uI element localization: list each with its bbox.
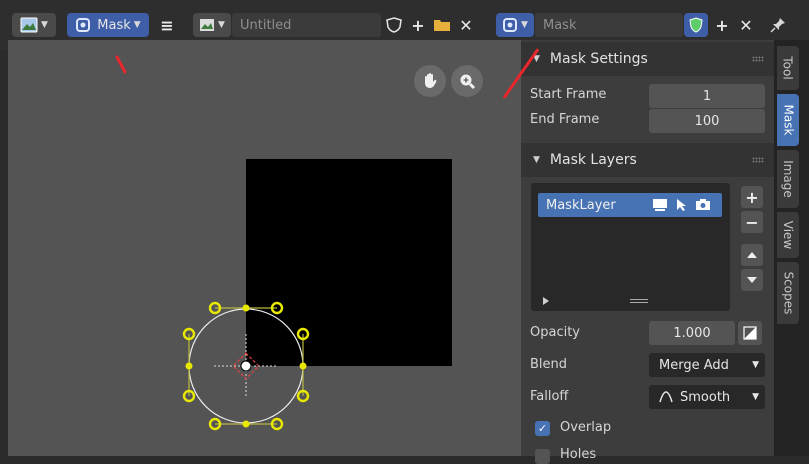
holes-checkbox[interactable]	[535, 449, 550, 464]
image-browse-icon	[200, 19, 215, 31]
new-image-plus-icon[interactable]: +	[408, 14, 428, 36]
tab-mask-label: Mask	[781, 104, 796, 136]
camera-icon[interactable]	[695, 198, 711, 212]
image-name-field[interactable]: Untitled	[232, 13, 381, 37]
falloff-value: Smooth	[680, 389, 731, 405]
mask-fake-user-button[interactable]	[684, 13, 708, 37]
mode-label: Mask	[97, 17, 131, 33]
mask-layers-header[interactable]: ▼ Mask Layers	[521, 143, 774, 177]
pivot-point	[240, 360, 252, 372]
start-frame-label: Start Frame	[530, 87, 607, 102]
opacity-field[interactable]: 1.000	[649, 321, 735, 345]
chevron-down-icon: ▼	[218, 20, 225, 30]
end-frame-field[interactable]: 100	[649, 109, 765, 133]
mask-mode-icon	[76, 18, 91, 32]
start-frame-field[interactable]: 1	[649, 84, 765, 108]
tab-mask[interactable]: Mask	[777, 94, 799, 146]
fake-user-shield-icon[interactable]	[384, 14, 404, 36]
pin-icon[interactable]	[768, 14, 788, 36]
chevron-down-icon: ▼	[752, 392, 759, 402]
image-editor-icon	[20, 17, 38, 33]
tab-image[interactable]: Image	[777, 150, 799, 208]
list-expand-icon[interactable]	[541, 296, 551, 306]
new-mask-plus-icon[interactable]: +	[712, 14, 732, 36]
overlap-label: Overlap	[560, 420, 612, 435]
falloff-dropdown[interactable]: Smooth ▼	[649, 385, 765, 409]
chevron-down-icon	[747, 277, 757, 283]
layer-name: MaskLayer	[546, 197, 616, 213]
end-frame-label: End Frame	[530, 112, 600, 127]
tab-tool-label: Tool	[781, 56, 795, 80]
mask-settings-header[interactable]: ▼ Mask Settings	[521, 42, 774, 76]
chevron-down-icon: ▼	[521, 20, 528, 30]
mode-dropdown[interactable]: Mask ▼	[67, 13, 149, 37]
smooth-curve-icon	[659, 391, 673, 403]
open-folder-icon[interactable]	[432, 14, 452, 36]
invert-toggle-button[interactable]	[738, 321, 762, 345]
mask-name-field[interactable]: Mask	[535, 13, 683, 37]
add-layer-button[interactable]: +	[741, 186, 763, 208]
panel-grip-icon[interactable]	[752, 56, 764, 62]
sidebar-tabs: Tool Mask Image View Scopes	[774, 40, 809, 456]
start-frame-value: 1	[702, 88, 712, 104]
chevron-down-icon: ▼	[752, 360, 759, 370]
holes-label: Holes	[560, 447, 597, 462]
browse-image-button[interactable]: ▼	[193, 13, 231, 37]
mask-spline[interactable]	[8, 40, 521, 456]
mask-datablock-icon	[503, 18, 518, 32]
editor-type-button[interactable]: ▼	[12, 13, 56, 37]
unlink-image-x-icon[interactable]: ✕	[456, 14, 476, 36]
image-viewport[interactable]	[8, 40, 521, 456]
select-cursor-icon[interactable]	[675, 198, 687, 212]
mask-layers-title: Mask Layers	[549, 152, 637, 168]
chevron-down-icon: ▼	[41, 20, 48, 30]
tab-tool[interactable]: Tool	[777, 46, 799, 90]
blend-value: Merge Add	[659, 357, 729, 373]
tab-scopes-label: Scopes	[781, 271, 795, 315]
monitor-icon[interactable]	[652, 198, 668, 213]
chevron-up-icon	[747, 252, 757, 258]
blend-label: Blend	[530, 357, 568, 372]
mask-browse-button[interactable]: ▼	[496, 13, 534, 37]
opacity-value: 1.000	[673, 325, 711, 341]
image-name-text: Untitled	[240, 17, 292, 33]
tab-view[interactable]: View	[777, 212, 799, 258]
tab-image-label: Image	[781, 160, 795, 198]
mask-settings-title: Mask Settings	[549, 51, 648, 67]
move-layer-up-button[interactable]	[741, 244, 763, 266]
tab-scopes[interactable]: Scopes	[777, 262, 799, 324]
remove-layer-button[interactable]: −	[741, 211, 763, 233]
mask-layer-list[interactable]: MaskLayer	[531, 183, 730, 311]
blend-dropdown[interactable]: Merge Add ▼	[649, 353, 765, 377]
move-layer-down-button[interactable]	[741, 269, 763, 291]
opacity-label: Opacity	[530, 325, 581, 340]
tab-view-label: View	[781, 220, 796, 250]
sidebar-panel: ▼ Mask Settings Start Frame 1 End Frame …	[521, 40, 774, 464]
list-item[interactable]: MaskLayer	[538, 193, 722, 217]
mask-name-text: Mask	[543, 17, 577, 33]
panel-grip-icon[interactable]	[752, 157, 764, 163]
invert-icon	[743, 326, 757, 340]
chevron-down-icon: ▼	[133, 20, 141, 30]
falloff-label: Falloff	[530, 389, 569, 404]
expand-triangle-icon: ▼	[533, 155, 540, 165]
list-resize-grip[interactable]	[630, 299, 648, 303]
end-frame-value: 100	[694, 113, 720, 129]
shield-check-icon	[689, 17, 703, 33]
overlap-checkbox[interactable]: ✓	[535, 421, 550, 436]
unlink-mask-x-icon[interactable]: ✕	[736, 14, 756, 36]
menu-hamburger-icon[interactable]: ≡	[157, 14, 177, 36]
